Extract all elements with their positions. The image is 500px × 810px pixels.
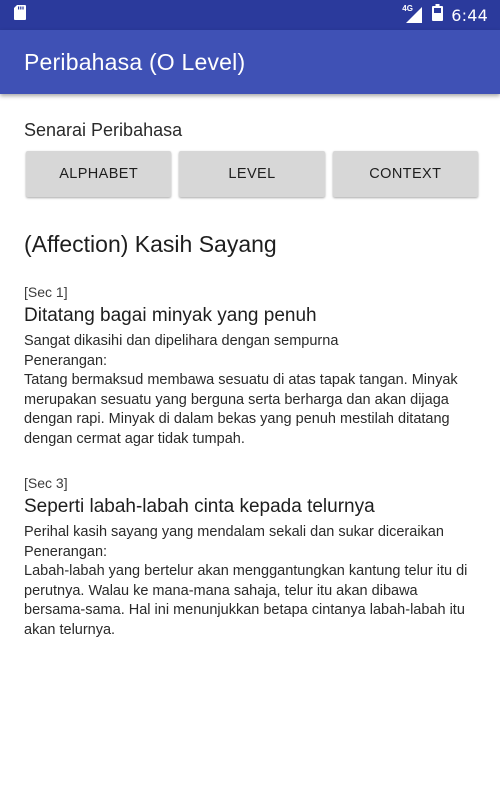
status-bar: 4G 6:44	[0, 0, 500, 30]
list-section-label: Senarai Peribahasa	[24, 120, 183, 140]
clock: 6:44	[451, 5, 488, 25]
explanation-label: Penerangan:	[24, 353, 108, 369]
status-left	[14, 5, 26, 25]
alphabet-button[interactable]: ALPHABET	[26, 151, 172, 197]
sd-card-icon	[14, 5, 26, 25]
proverb-meaning: Sangat dikasihi dan dipelihara dengan se…	[24, 333, 339, 349]
explanation-label: Penerangan:	[24, 544, 108, 560]
level-button[interactable]: LEVEL	[179, 151, 325, 197]
main-content: Senarai Peribahasa ALPHABET LEVEL CONTEX…	[0, 94, 500, 640]
category-title: (Affection) Kasih Sayang	[24, 231, 277, 257]
signal-icon: 4G	[402, 4, 424, 23]
proverb-meaning: Perihal kasih sayang yang mendalam sekal…	[24, 524, 444, 540]
proverb-entry: [Sec 3] Seperti labah-labah cinta kepada…	[24, 475, 476, 640]
sort-buttons: ALPHABET LEVEL CONTEXT	[26, 151, 478, 197]
entry-level: [Sec 3]	[24, 475, 68, 491]
app-bar: Peribahasa (O Level)	[0, 30, 500, 94]
explanation-text: Labah-labah yang bertelur akan menggantu…	[24, 563, 468, 638]
context-button[interactable]: CONTEXT	[332, 151, 478, 197]
status-right: 4G 6:44	[402, 4, 488, 26]
battery-icon	[432, 4, 444, 26]
app-title: Peribahasa (O Level)	[24, 48, 246, 75]
proverb-text: Ditatang bagai minyak yang penuh	[24, 305, 317, 326]
proverb-text: Seperti labah-labah cinta kepada telurny…	[24, 496, 375, 517]
proverb-entry: [Sec 1] Ditatang bagai minyak yang penuh…	[24, 284, 476, 449]
explanation-text: Tatang bermaksud membawa sesuatu di atas…	[24, 372, 458, 447]
entry-level: [Sec 1]	[24, 284, 68, 300]
